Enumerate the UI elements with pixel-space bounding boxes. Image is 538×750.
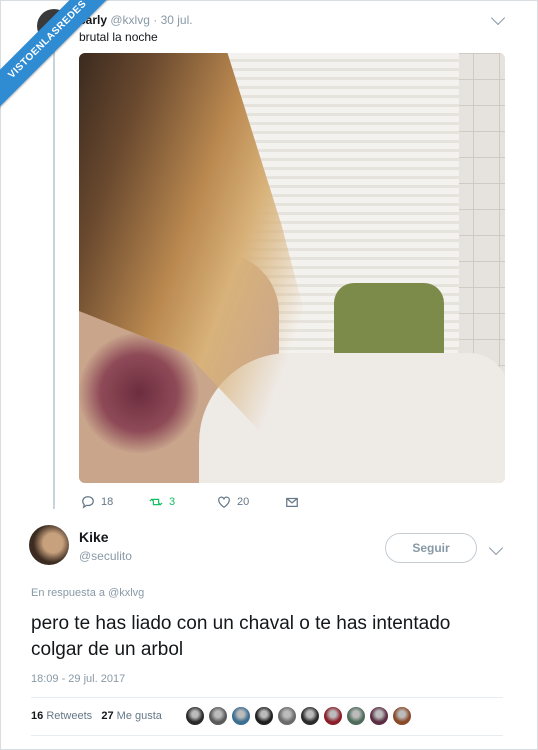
- reply-count: 18: [101, 496, 114, 508]
- likes-label[interactable]: Me gusta: [117, 710, 162, 722]
- likes-count[interactable]: 27: [101, 710, 113, 722]
- liker-avatar[interactable]: [392, 706, 412, 726]
- heart-icon: [218, 496, 230, 508]
- replying-prefix: En respuesta a: [31, 587, 105, 599]
- liker-avatar[interactable]: [208, 706, 228, 726]
- reply-avatar[interactable]: [29, 525, 69, 565]
- original-date[interactable]: · 30 jul.: [153, 13, 192, 27]
- tweet-card: VISTOENLASREDES carly @kxlvg · 30 jul. b…: [0, 0, 538, 750]
- liker-avatar[interactable]: [231, 706, 251, 726]
- divider-top: [31, 697, 503, 698]
- replying-to: En respuesta a @kxlvg: [31, 587, 144, 599]
- engagement-stats: 16 Retweets 27 Me gusta: [31, 710, 162, 722]
- retweet-count: 3: [169, 496, 176, 508]
- liker-avatar[interactable]: [185, 706, 205, 726]
- reply-text: pero te has liado con un chaval o te has…: [31, 613, 451, 660]
- original-handle[interactable]: @kxlvg: [110, 13, 150, 27]
- replying-handle[interactable]: @kxlvg: [108, 587, 144, 599]
- like-action[interactable]: 20: [217, 495, 249, 509]
- reply-action[interactable]: 18: [81, 495, 113, 509]
- liker-avatar[interactable]: [346, 706, 366, 726]
- divider-bottom: [31, 735, 503, 736]
- retweet-action[interactable]: 3: [149, 495, 175, 509]
- tweet-photo[interactable]: [79, 53, 505, 483]
- retweets-label[interactable]: Retweets: [46, 710, 92, 722]
- reply-name[interactable]: Kike: [79, 529, 109, 545]
- chevron-down-icon[interactable]: [490, 10, 506, 26]
- liker-avatar[interactable]: [254, 706, 274, 726]
- like-count: 20: [237, 496, 250, 508]
- likers-avatars: [185, 706, 412, 726]
- liker-avatar[interactable]: [323, 706, 343, 726]
- reply-handle[interactable]: @seculito: [79, 549, 132, 563]
- liker-avatar[interactable]: [369, 706, 389, 726]
- liker-avatar[interactable]: [277, 706, 297, 726]
- liker-avatar[interactable]: [300, 706, 320, 726]
- reply-icon: [82, 496, 94, 509]
- reply-timestamp[interactable]: 18:09 - 29 jul. 2017: [31, 673, 125, 685]
- retweets-count[interactable]: 16: [31, 710, 43, 722]
- retweet-icon: [149, 498, 163, 506]
- follow-button[interactable]: Seguir: [385, 533, 477, 563]
- original-meta: carly @kxlvg · 30 jul.: [79, 13, 193, 27]
- message-action[interactable]: [285, 495, 299, 509]
- reply-chevron-down-icon[interactable]: [488, 540, 504, 556]
- envelope-icon: [286, 497, 298, 507]
- thread-line: [53, 43, 55, 509]
- original-text: brutal la noche: [79, 30, 158, 44]
